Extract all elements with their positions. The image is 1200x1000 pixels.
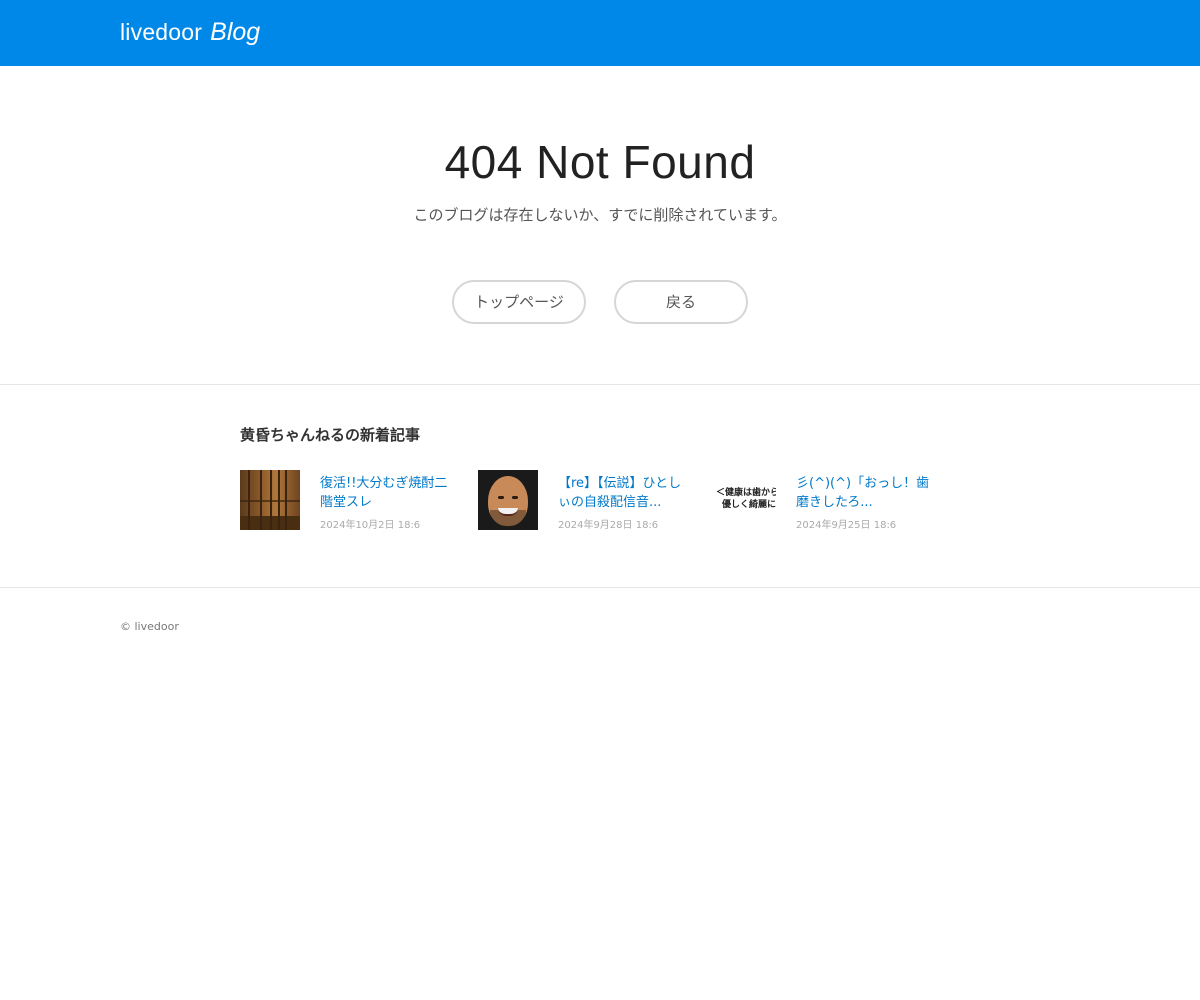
recent-article-card[interactable]: 【re】【伝説】ひとしぃの自殺配信音... 2024年9月28日 18:6 — [478, 470, 698, 534]
recent-article-card[interactable]: ＜健康は歯から 優しく綺麗に 彡(^)(^)「おっし！歯磨きしたろ... 202… — [716, 470, 936, 534]
back-button[interactable]: 戻る — [614, 280, 748, 324]
article-thumbnail[interactable] — [240, 470, 300, 530]
top-page-button[interactable]: トップページ — [452, 280, 586, 324]
article-date: 2024年9月25日 18:6 — [796, 520, 897, 531]
article-title-link[interactable]: 彡(^)(^)「おっし！歯磨きしたろ... — [796, 474, 931, 512]
footer-divider — [0, 587, 1200, 588]
section-divider — [0, 384, 1200, 385]
article-date: 2024年10月2日 18:6 — [320, 520, 421, 531]
error-message: このブログは存在しないか、すでに削除されています。 — [413, 206, 787, 224]
article-title-link[interactable]: 【re】【伝説】ひとしぃの自殺配信音... — [558, 474, 693, 512]
footer-copyright: © livedoor — [120, 620, 179, 633]
recent-articles-heading: 黄昏ちゃんねるの新着記事 — [240, 426, 421, 444]
article-thumbnail[interactable]: ＜健康は歯から 優しく綺麗に — [716, 470, 776, 530]
article-thumbnail[interactable] — [478, 470, 538, 530]
site-header: livedoor Blog — [0, 0, 1200, 66]
logo-livedoor-text: livedoor — [120, 19, 203, 45]
article-title-link[interactable]: 復活!!大分むぎ焼酎二階堂スレ — [320, 474, 455, 512]
article-date: 2024年9月28日 18:6 — [558, 520, 659, 531]
recent-article-card[interactable]: 復活!!大分むぎ焼酎二階堂スレ 2024年10月2日 18:6 — [240, 470, 460, 534]
error-title: 404 Not Found — [444, 136, 756, 188]
logo-blog-text: Blog — [210, 18, 261, 46]
livedoor-blog-logo[interactable]: livedoor Blog — [120, 16, 260, 48]
